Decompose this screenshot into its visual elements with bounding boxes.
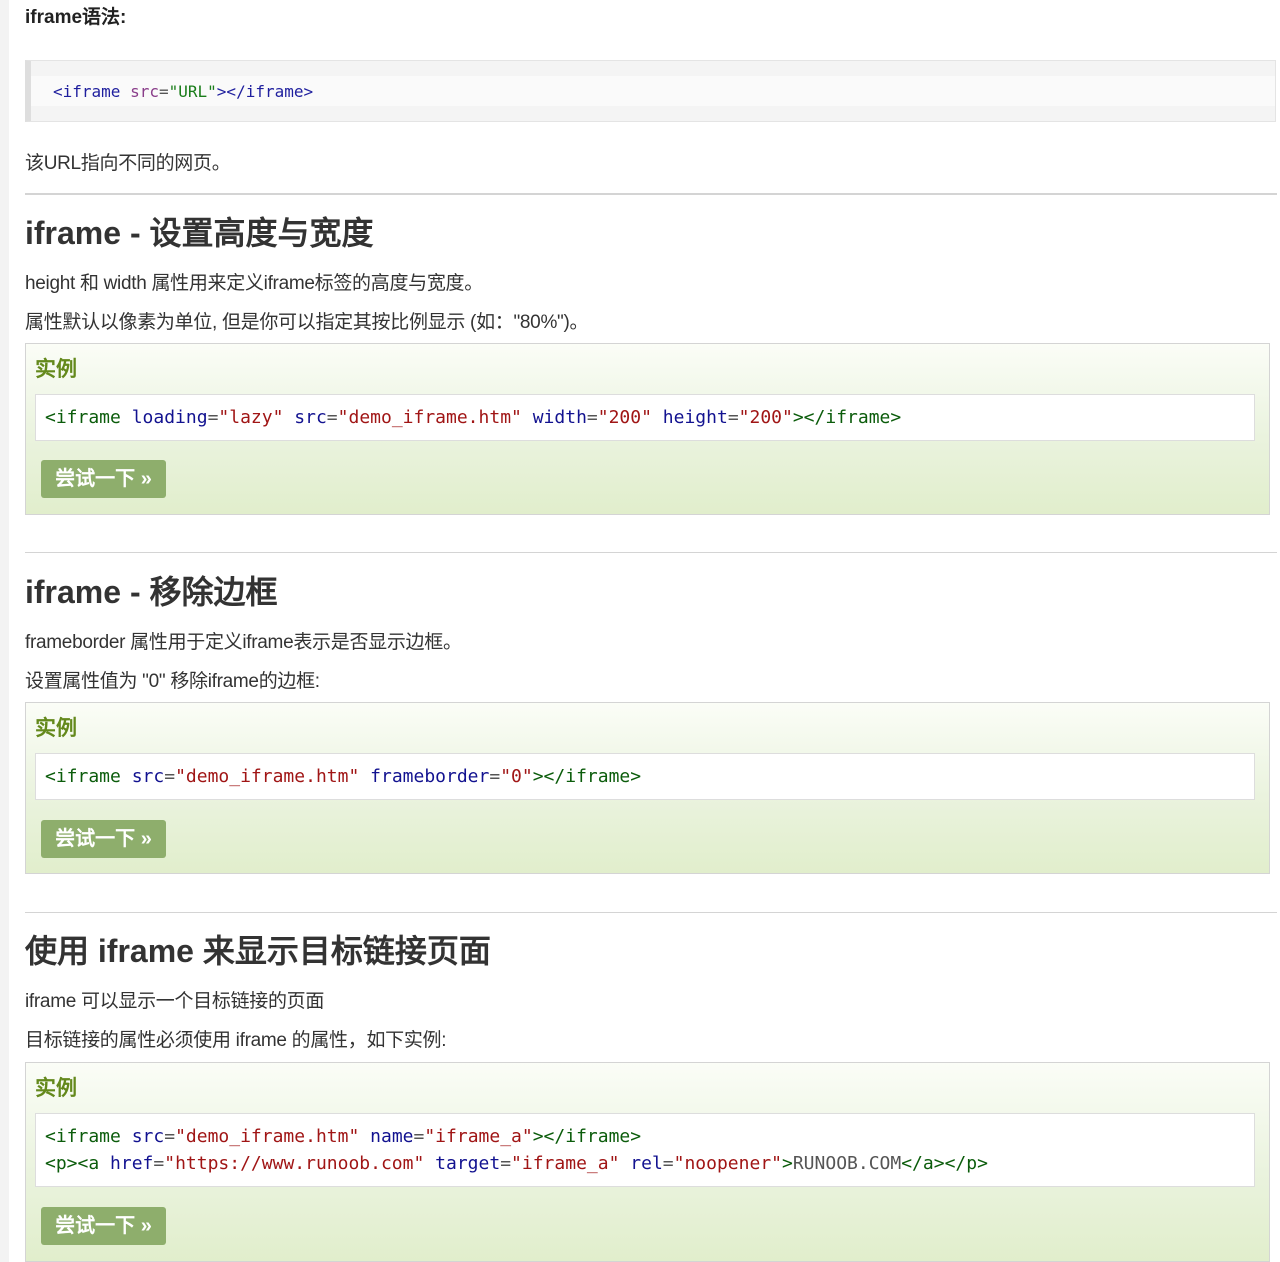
code-tag: ></iframe> <box>216 82 314 101</box>
code-equals: = <box>153 1153 165 1174</box>
code-tag: ></iframe> <box>532 1126 642 1147</box>
code-equals: = <box>489 766 501 787</box>
code-value: "200" <box>597 407 652 428</box>
code-tag: ></iframe> <box>792 407 902 428</box>
section-paragraph: frameborder 属性用于定义iframe表示是否显示边框。 <box>25 632 462 653</box>
code-tag: </a></p> <box>901 1153 988 1174</box>
section-paragraph: 目标链接的属性必须使用 iframe 的属性，如下实例: <box>25 1030 447 1051</box>
code-tag: <iframe <box>53 82 121 101</box>
try-it-button[interactable]: 尝试一下 » <box>41 460 166 498</box>
section-divider <box>25 552 1277 553</box>
code-tag: <iframe <box>45 1126 121 1147</box>
code-tag: <p><a <box>45 1153 100 1174</box>
code-equals: = <box>164 1126 176 1147</box>
code-value: "https://www.runoob.com" <box>164 1153 425 1174</box>
code-value: "iframe_a" <box>424 1126 533 1147</box>
code-tag: ></iframe> <box>532 766 642 787</box>
example-code: <iframe loading="lazy" src="demo_iframe.… <box>35 394 1255 441</box>
code-attr: height <box>662 407 728 428</box>
code-attr: src <box>131 766 165 787</box>
code-attr: target <box>435 1153 501 1174</box>
section-paragraph: 属性默认以像素为单位, 但是你可以指定其按比例显示 (如："80%")。 <box>25 312 589 333</box>
example-code: <iframe src="demo_iframe.htm" name="ifra… <box>35 1113 1255 1187</box>
example-label: 实例 <box>35 358 77 381</box>
syntax-heading: iframe语法: <box>25 7 127 28</box>
section-title-target: 使用 iframe 来显示目标链接页面 <box>25 933 491 969</box>
code-value: "demo_iframe.htm" <box>175 1126 360 1147</box>
code-equals: = <box>164 766 176 787</box>
example-box: 实例 <iframe loading="lazy" src="demo_ifra… <box>25 343 1270 515</box>
code-value: "iframe_a" <box>511 1153 620 1174</box>
code-value: "URL" <box>168 82 217 101</box>
code-attr: loading <box>131 407 208 428</box>
code-attr: src <box>131 1126 165 1147</box>
syntax-note: 该URL指向不同的网页。 <box>25 153 231 174</box>
code-equals: = <box>662 1153 674 1174</box>
section-paragraph: height 和 width 属性用来定义iframe标签的高度与宽度。 <box>25 273 483 294</box>
code-value: "0" <box>500 766 533 787</box>
code-equals: = <box>727 407 739 428</box>
section-title-border: iframe - 移除边框 <box>25 574 278 610</box>
syntax-code: <iframe src="URL"></iframe> <box>53 81 313 103</box>
section-paragraph: 设置属性值为 "0" 移除iframe的边框: <box>25 671 320 692</box>
code-equals: = <box>326 407 338 428</box>
section-title-size: iframe - 设置高度与宽度 <box>25 215 374 251</box>
code-attr: frameborder <box>370 766 490 787</box>
code-text: RUNOOB.COM <box>792 1153 902 1174</box>
example-box: 实例 <iframe src="demo_iframe.htm" name="i… <box>25 1062 1270 1262</box>
code-value: "lazy" <box>218 407 284 428</box>
try-it-button[interactable]: 尝试一下 » <box>41 1207 166 1245</box>
code-attr: src <box>130 82 159 101</box>
example-label: 实例 <box>35 1077 77 1100</box>
try-it-button[interactable]: 尝试一下 » <box>41 820 166 858</box>
code-value: "demo_iframe.htm" <box>337 407 522 428</box>
code-attr: name <box>370 1126 414 1147</box>
section-paragraph: iframe 可以显示一个目标链接的页面 <box>25 991 325 1012</box>
code-equals: = <box>586 407 598 428</box>
left-gutter <box>0 0 9 1262</box>
code-equals: = <box>207 407 219 428</box>
code-equals: = <box>500 1153 512 1174</box>
code-attr: src <box>294 407 327 428</box>
section-divider <box>25 193 1277 195</box>
code-attr: href <box>110 1153 154 1174</box>
code-attr: width <box>532 407 587 428</box>
code-tag: <iframe <box>45 407 121 428</box>
code-tag: > <box>782 1153 793 1174</box>
code-tag: <iframe <box>45 766 121 787</box>
example-label: 实例 <box>35 717 77 740</box>
example-box: 实例 <iframe src="demo_iframe.htm" framebo… <box>25 702 1270 874</box>
code-value: "demo_iframe.htm" <box>175 766 360 787</box>
code-attr: rel <box>630 1153 663 1174</box>
code-equals: = <box>413 1126 425 1147</box>
syntax-code-box: <iframe src="URL"></iframe> <box>25 60 1276 122</box>
code-value: "noopener" <box>673 1153 782 1174</box>
section-divider <box>25 912 1277 913</box>
code-value: "200" <box>738 407 793 428</box>
example-code: <iframe src="demo_iframe.htm" frameborde… <box>35 753 1255 800</box>
code-equals: = <box>158 82 169 101</box>
